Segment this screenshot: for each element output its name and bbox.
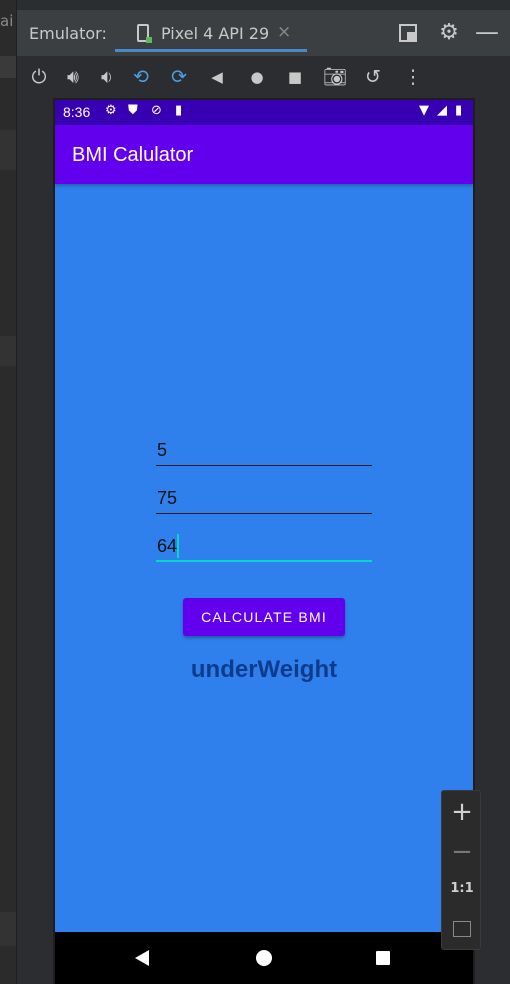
nav-back-icon[interactable] (135, 950, 149, 966)
zoom-fit-button[interactable] (442, 921, 482, 941)
text-caret (177, 534, 179, 558)
ide-panel-segment (0, 912, 16, 946)
snapshot-icon[interactable]: ↺ (359, 64, 387, 90)
nav-bar (55, 932, 473, 984)
sd-card-icon: ▮ (175, 103, 183, 118)
overview-icon[interactable]: ■ (281, 64, 309, 90)
device-tab[interactable]: Pixel 4 API 29 × (115, 10, 307, 56)
ide-panel-segment (0, 336, 16, 366)
volume-down-icon[interactable]: 🔉︎ (93, 64, 121, 90)
emulator-window: Emulator: Pixel 4 API 29 × ⚙ — ⏻ 🔊︎ 🔉︎ ⟲… (16, 0, 510, 984)
ide-panel-segment (0, 130, 16, 170)
device-tab-label: Pixel 4 API 29 (161, 24, 270, 43)
zoom-out-button[interactable]: − (442, 837, 482, 867)
calculate-bmi-button[interactable]: CALCULATE BMI (183, 598, 345, 636)
wifi-icon: ▼ (419, 103, 429, 118)
weight-input[interactable] (156, 528, 372, 562)
back-icon[interactable]: ◀ (203, 64, 231, 90)
screenshot-icon[interactable]: 📷︎ (321, 64, 349, 90)
volume-up-icon[interactable]: 🔊︎ (59, 64, 87, 90)
power-icon[interactable]: ⏻ (25, 64, 53, 90)
nav-recents-icon[interactable] (376, 951, 390, 965)
sync-off-icon: ⊘ (151, 103, 162, 118)
rotate-left-icon[interactable]: ⟲ (127, 64, 155, 90)
zoom-in-button[interactable]: + (442, 797, 482, 827)
status-bar: 8:36 ⚙ ⛊ ⊘ ▮ ▼ ◢ ▮ (55, 100, 473, 125)
nav-home-icon[interactable] (256, 950, 272, 966)
emulator-titlebar: Emulator: Pixel 4 API 29 × ⚙ — (17, 10, 510, 56)
phone-icon (137, 24, 152, 43)
ide-tab-fragment: ai (0, 12, 14, 30)
app-bar: BMI Calulator (55, 125, 473, 184)
gear-icon[interactable]: ⚙ (437, 20, 461, 45)
minimize-button[interactable]: — (475, 18, 499, 46)
battery-icon: ▮ (455, 103, 463, 118)
window-mode-button[interactable] (399, 22, 423, 42)
bmi-result: underWeight (190, 656, 338, 683)
shield-icon: ⛊ (128, 103, 138, 118)
phone-screen: 8:36 ⚙ ⛊ ⊘ ▮ ▼ ◢ ▮ BMI Calulator CALCULA… (55, 100, 473, 984)
ide-menu-icon[interactable] (0, 56, 16, 78)
fit-screen-icon (453, 921, 471, 937)
close-icon[interactable]: × (277, 22, 291, 42)
rotate-right-icon[interactable]: ⟳ (165, 64, 193, 90)
tab-underline (115, 49, 307, 52)
more-icon[interactable]: ⋮ (399, 64, 427, 90)
height-inches-input[interactable] (156, 480, 372, 514)
height-feet-input[interactable] (156, 432, 372, 466)
window-mode-icon (399, 24, 417, 42)
ide-left-panel: ai (0, 0, 16, 984)
home-icon[interactable]: ● (243, 64, 271, 90)
zoom-panel: + − 1:1 (441, 790, 481, 950)
settings-status-icon: ⚙ (105, 103, 117, 118)
zoom-actual-size-button[interactable]: 1:1 (442, 881, 482, 896)
signal-icon: ◢ (437, 103, 447, 118)
app-title: BMI Calulator (72, 144, 194, 166)
status-time: 8:36 (63, 104, 91, 120)
emulator-label: Emulator: (29, 24, 107, 43)
emulator-toolbar: ⏻ 🔊︎ 🔉︎ ⟲ ⟳ ◀ ● ■ 📷︎ ↺ ⋮ (17, 58, 510, 96)
